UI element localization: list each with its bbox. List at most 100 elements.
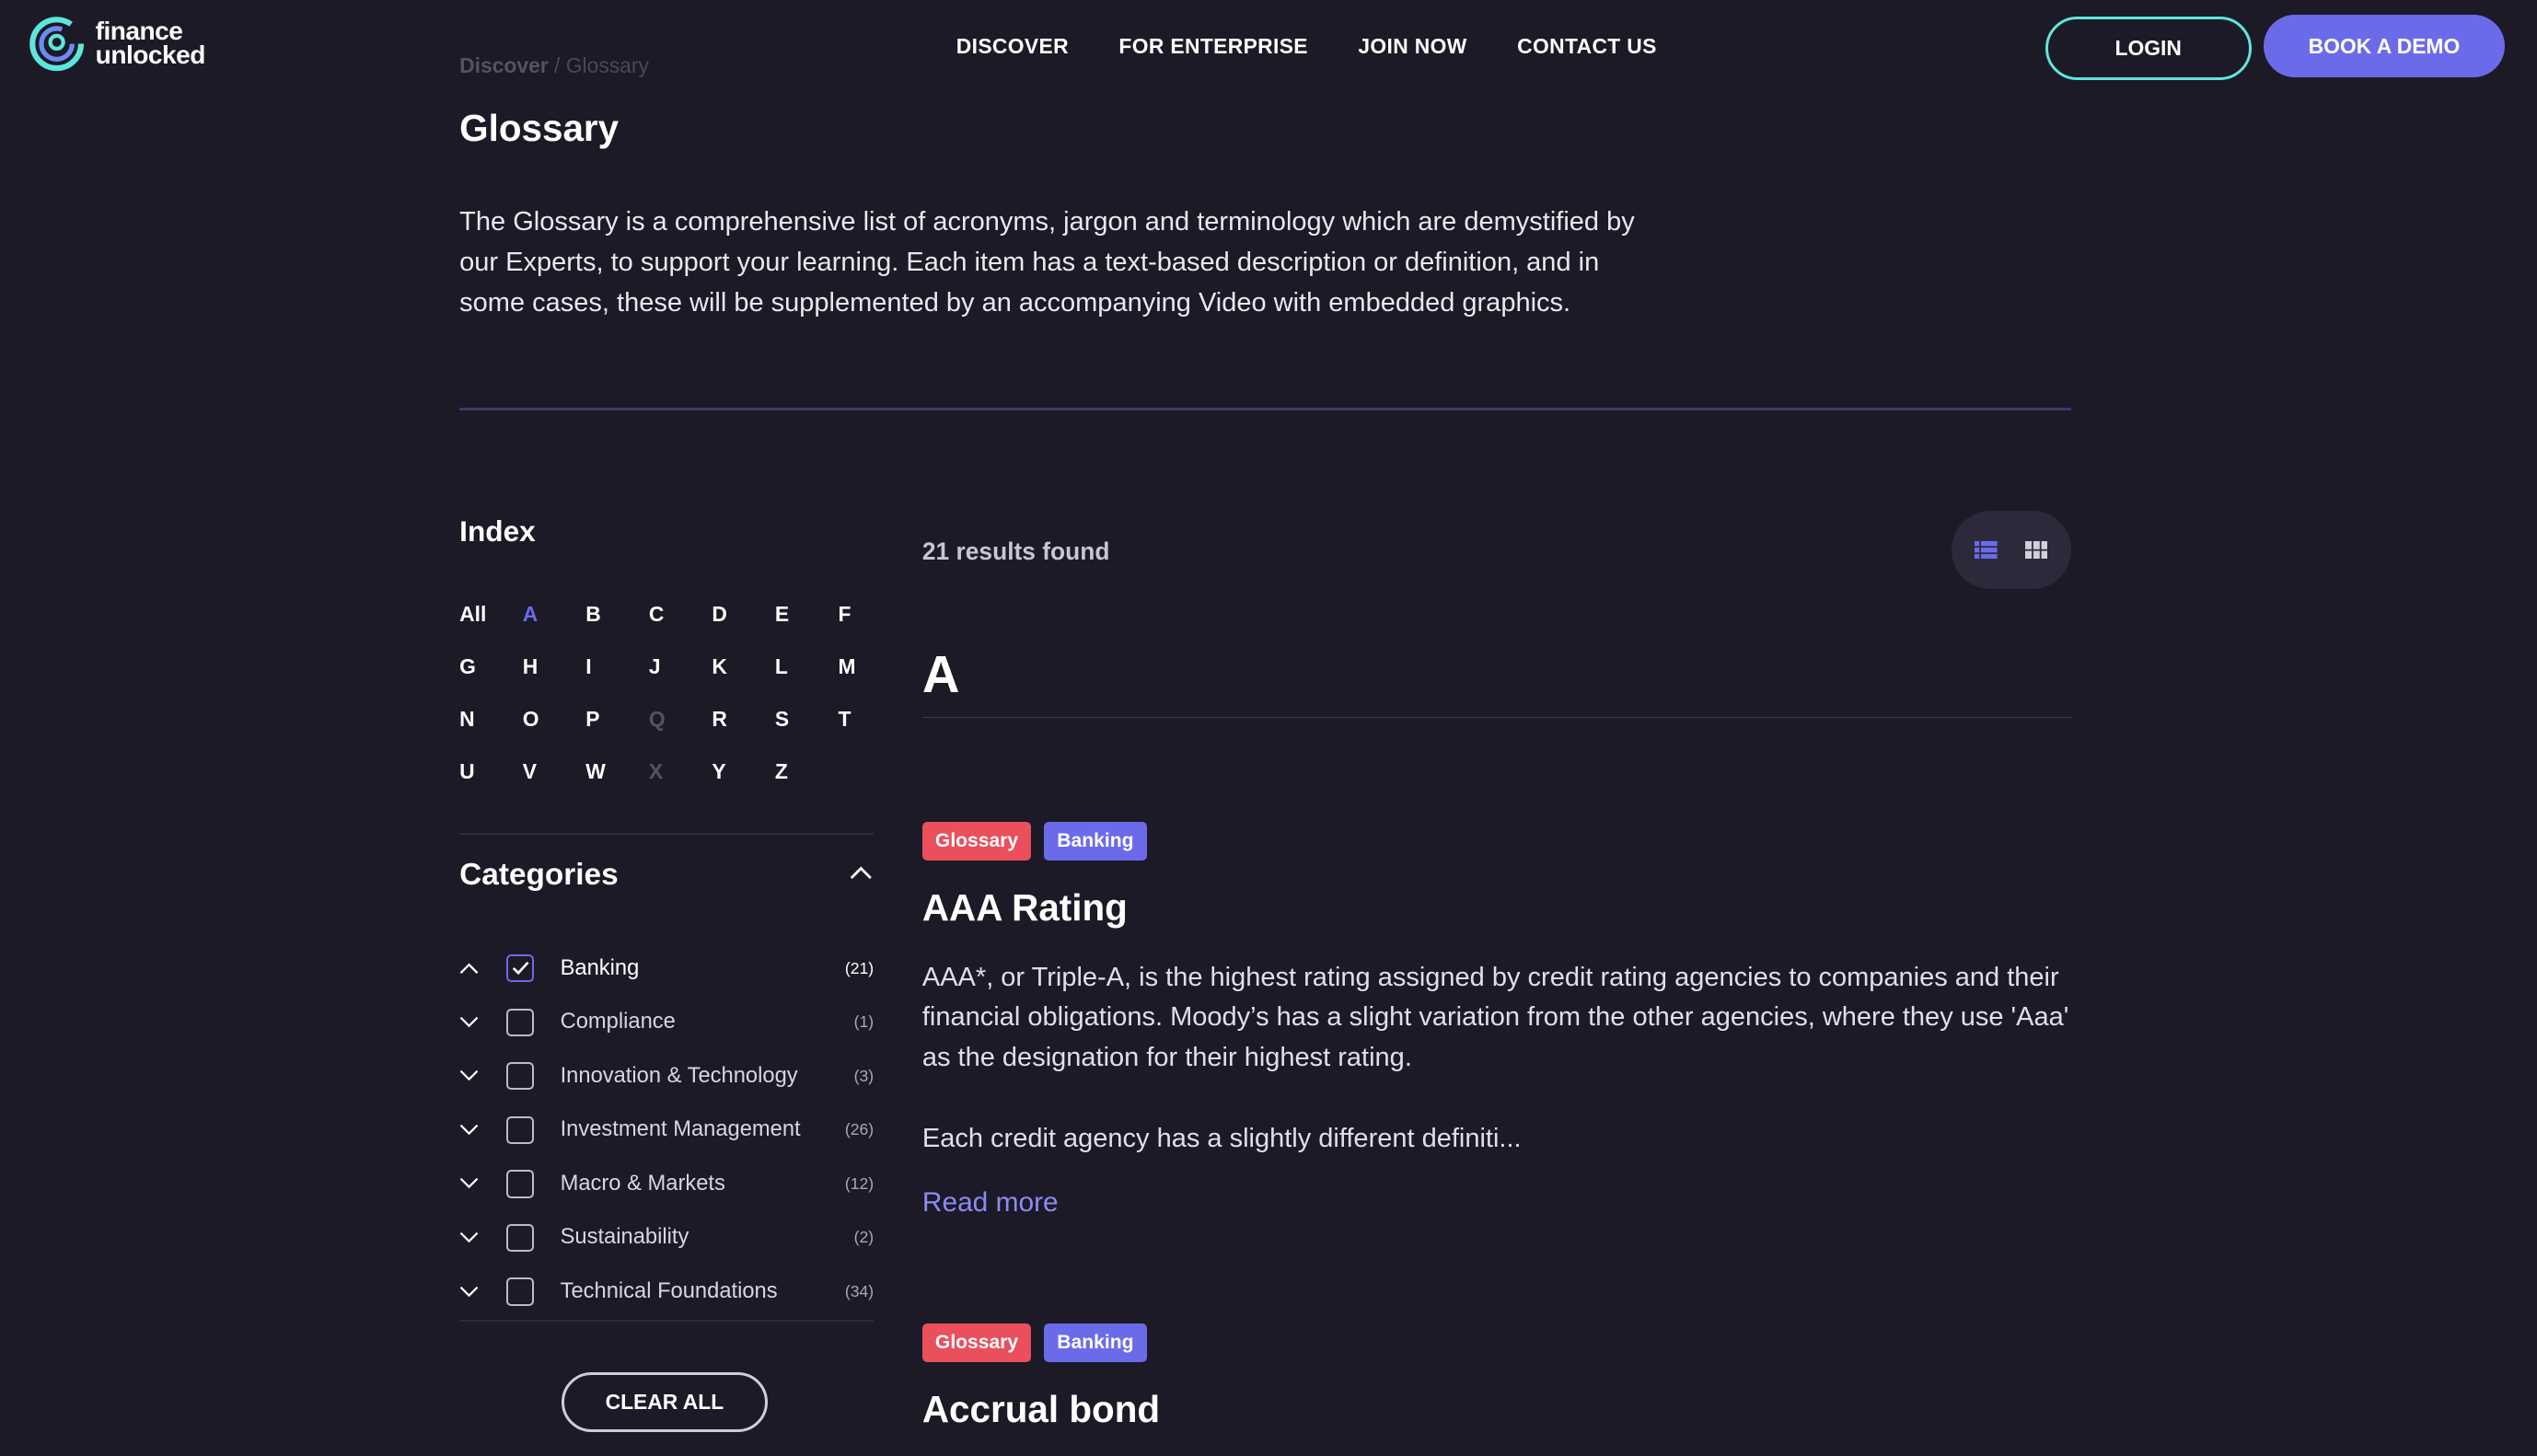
entry-description-text: AAA*, or Triple-A, is the highest rating… xyxy=(921,962,2069,1073)
index-letter-c[interactable]: C xyxy=(649,602,712,628)
grid-view-icon[interactable] xyxy=(2024,540,2048,560)
chevron-down-icon[interactable] xyxy=(459,1285,479,1300)
clear-all-button[interactable]: CLEAR ALL xyxy=(561,1371,768,1433)
index-letter-g[interactable]: G xyxy=(459,654,523,680)
category-item[interactable]: Technical Foundations (34) xyxy=(459,1265,874,1319)
check-icon xyxy=(512,962,529,976)
category-item[interactable]: Sustainability (2) xyxy=(459,1211,874,1265)
nav-contact-us[interactable]: CONTACT US xyxy=(1517,34,1657,59)
breadcrumb: Discover / Glossary xyxy=(459,53,649,78)
chevron-down-icon[interactable] xyxy=(459,1176,479,1191)
index-letter-j[interactable]: J xyxy=(649,654,712,680)
category-label: Compliance xyxy=(560,1010,676,1034)
book-demo-button[interactable]: BOOK A DEMO xyxy=(2264,14,2505,78)
logo[interactable]: finance unlocked xyxy=(28,15,205,73)
index-letter-f[interactable]: F xyxy=(838,602,901,628)
divider xyxy=(921,716,2071,719)
category-label: Sustainability xyxy=(560,1225,689,1250)
category-item[interactable]: Innovation & Technology (3) xyxy=(459,1049,874,1104)
tag-banking[interactable]: Banking xyxy=(1044,1323,1147,1362)
entry-title[interactable]: Accrual bond xyxy=(922,1388,1160,1431)
chevron-down-icon[interactable] xyxy=(459,1123,479,1138)
index-letter-z[interactable]: Z xyxy=(775,759,839,785)
chevron-down-icon[interactable] xyxy=(459,1231,479,1245)
breadcrumb-glossary: Glossary xyxy=(565,53,649,77)
category-checkbox[interactable] xyxy=(506,1223,535,1253)
category-checkbox[interactable] xyxy=(506,1008,535,1036)
category-label: Investment Management xyxy=(560,1117,801,1142)
nav-for-enterprise[interactable]: FOR ENTERPRISE xyxy=(1118,34,1307,59)
tag-glossary[interactable]: Glossary xyxy=(921,821,1032,861)
page-title: Glossary xyxy=(459,107,620,149)
category-checkbox[interactable] xyxy=(506,1115,535,1144)
category-label: Technical Foundations xyxy=(560,1278,778,1303)
chevron-down-icon[interactable] xyxy=(459,1069,479,1083)
divider xyxy=(459,407,2071,411)
index-title: Index xyxy=(459,514,536,548)
index-letter-all[interactable]: All xyxy=(459,602,523,628)
main-nav: DISCOVER FOR ENTERPRISE JOIN NOW CONTACT… xyxy=(956,34,1657,59)
divider xyxy=(459,1320,875,1323)
category-checkbox[interactable] xyxy=(506,1062,535,1091)
chevron-down-icon[interactable] xyxy=(459,1015,479,1030)
index-letter-s[interactable]: S xyxy=(775,707,839,733)
index-letter-h[interactable]: H xyxy=(523,654,586,680)
category-count: (1) xyxy=(853,1012,875,1032)
read-more-link[interactable]: Read more xyxy=(922,1187,1059,1219)
view-toggle xyxy=(1951,511,2071,589)
category-count: (21) xyxy=(844,958,875,977)
index-letter-k[interactable]: K xyxy=(712,654,775,680)
category-label: Innovation & Technology xyxy=(560,1063,798,1088)
index-letter-m[interactable]: M xyxy=(838,654,901,680)
category-checkbox[interactable] xyxy=(506,1170,535,1198)
categories-title: Categories xyxy=(459,857,619,892)
index-letter-q[interactable]: Q xyxy=(649,707,712,733)
category-checkbox[interactable] xyxy=(506,954,535,983)
index-letter-p[interactable]: P xyxy=(585,707,649,733)
logo-text-2: unlocked xyxy=(95,40,206,70)
breadcrumb-discover[interactable]: Discover xyxy=(459,53,549,77)
index-letter-b[interactable]: B xyxy=(585,602,649,628)
list-view-icon[interactable] xyxy=(1975,540,1998,560)
category-item[interactable]: Banking (21) xyxy=(459,942,874,996)
index-letter-v[interactable]: V xyxy=(523,759,586,785)
category-item[interactable]: Investment Management (26) xyxy=(459,1104,874,1158)
category-count: (3) xyxy=(853,1066,875,1085)
category-label: Macro & Markets xyxy=(560,1171,725,1196)
category-count: (12) xyxy=(844,1173,875,1193)
section-letter: A xyxy=(921,644,960,703)
nav-discover[interactable]: DISCOVER xyxy=(956,34,1069,59)
category-list: Banking (21) Compliance (1) Innovation & Tec… xyxy=(459,942,874,1319)
index-letter-x[interactable]: X xyxy=(649,759,712,785)
category-checkbox[interactable] xyxy=(506,1277,535,1306)
chevron-up-icon[interactable] xyxy=(850,865,873,882)
results-count: 21 results found xyxy=(921,537,1110,565)
breadcrumb-separator: / xyxy=(554,53,561,77)
index-letter-n[interactable]: N xyxy=(459,707,523,733)
index-letter-d[interactable]: D xyxy=(712,602,775,628)
index-letter-u[interactable]: U xyxy=(459,759,523,785)
category-count: (26) xyxy=(844,1120,875,1139)
tag-banking[interactable]: Banking xyxy=(1044,821,1147,861)
index-letter-a[interactable]: A xyxy=(523,602,586,628)
index-letter-i[interactable]: I xyxy=(585,654,649,680)
category-count: (2) xyxy=(853,1228,875,1247)
index-letter-o[interactable]: O xyxy=(523,707,586,733)
chevron-up-icon[interactable] xyxy=(459,961,479,976)
category-count: (34) xyxy=(844,1281,875,1300)
nav-join-now[interactable]: JOIN NOW xyxy=(1358,34,1466,59)
index-letter-w[interactable]: W xyxy=(585,759,649,785)
divider xyxy=(459,833,875,835)
index-letter-t[interactable]: T xyxy=(838,707,901,733)
login-button[interactable]: LOGIN xyxy=(2045,16,2252,80)
category-item[interactable]: Compliance (1) xyxy=(459,996,874,1050)
index-letter-y[interactable]: Y xyxy=(712,759,775,785)
entry-title[interactable]: AAA Rating xyxy=(922,886,1128,930)
category-item[interactable]: Macro & Markets (12) xyxy=(459,1157,874,1211)
entry-excerpt: Each credit agency has a slightly differ… xyxy=(921,1124,1522,1154)
tag-glossary[interactable]: Glossary xyxy=(921,1323,1032,1362)
index-letter-r[interactable]: R xyxy=(712,707,775,733)
index-letter-e[interactable]: E xyxy=(775,602,839,628)
page-intro: The Glossary is a comprehensive list of … xyxy=(459,206,1635,318)
index-letter-l[interactable]: L xyxy=(775,654,839,680)
